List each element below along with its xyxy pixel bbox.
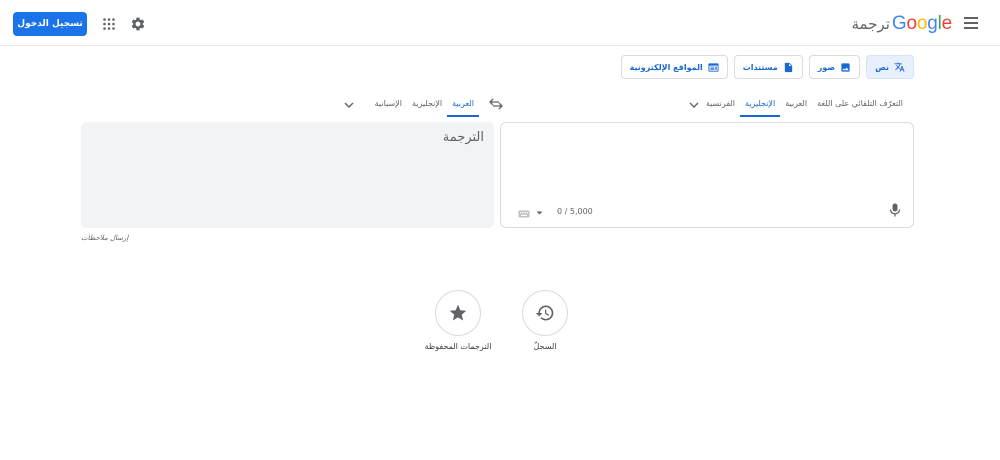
character-counter: 0 / 5,000	[557, 207, 593, 216]
image-icon	[840, 62, 851, 73]
source-language-bar: التعرّف التلقائي على اللغة العربية الإنج…	[701, 95, 908, 117]
source-lang-arabic[interactable]: العربية	[780, 95, 812, 117]
mode-label: مستندات	[742, 62, 778, 72]
top-app-bar: تسجيل الدخول ترجمة Google	[0, 0, 1000, 46]
google-translate-logo[interactable]: ترجمة Google	[851, 13, 952, 35]
apps-grid-icon	[103, 18, 115, 30]
settings-button[interactable]	[128, 14, 148, 34]
google-logo-text: Google	[891, 13, 952, 34]
source-lang-detect[interactable]: التعرّف التلقائي على اللغة	[812, 95, 908, 117]
mode-label: نص	[875, 62, 889, 72]
sign-in-button[interactable]: تسجيل الدخول	[13, 12, 87, 36]
target-language-bar: العربية الإنجليزية الإسبانية	[370, 95, 479, 117]
mode-images-button[interactable]: صور	[808, 55, 861, 79]
document-icon	[783, 62, 794, 73]
mode-documents-button[interactable]: مستندات	[733, 55, 803, 79]
saved-translations-button[interactable]	[435, 290, 481, 336]
translate-icon	[894, 62, 905, 73]
history-button[interactable]	[522, 290, 568, 336]
product-name: ترجمة	[851, 15, 890, 33]
gear-icon	[131, 17, 145, 31]
mode-selector: نص صور مستندات المواقع الإلكترونية	[620, 55, 914, 79]
source-languages-chevron-down-icon[interactable]	[688, 99, 700, 111]
source-lang-french[interactable]: الفرنسية	[701, 95, 740, 117]
translation-output-panel: الترجمة	[81, 122, 494, 228]
history-icon	[535, 305, 554, 321]
star-icon	[449, 304, 467, 321]
mode-websites-button[interactable]: المواقع الإلكترونية	[620, 55, 728, 79]
website-icon	[708, 62, 719, 73]
mode-label: صور	[817, 62, 836, 72]
apps-button[interactable]	[99, 14, 119, 34]
source-lang-english[interactable]: الإنجليزية	[740, 95, 781, 117]
target-lang-english[interactable]: الإنجليزية	[407, 95, 447, 117]
target-lang-spanish[interactable]: الإسبانية	[370, 95, 407, 117]
send-feedback-link[interactable]: إرسال ملاحظات	[81, 234, 128, 242]
swap-languages-icon[interactable]	[489, 98, 503, 110]
source-text-panel[interactable]: 0 / 5,000	[500, 122, 914, 228]
saved-translations-label: الترجمات المحفوظة	[424, 342, 492, 351]
keyboard-icon[interactable]	[518, 210, 530, 218]
translation-placeholder: الترجمة	[442, 130, 484, 145]
target-languages-chevron-down-icon[interactable]	[343, 99, 355, 111]
keyboard-chevron-down-icon[interactable]	[536, 210, 543, 216]
history-label: السجلّ	[533, 342, 557, 351]
main-menu-icon[interactable]	[964, 17, 978, 29]
mode-label: المواقع الإلكترونية	[629, 62, 703, 72]
mode-text-button[interactable]: نص	[866, 55, 914, 79]
target-lang-arabic[interactable]: العربية	[447, 95, 479, 117]
microphone-icon[interactable]	[889, 203, 901, 217]
